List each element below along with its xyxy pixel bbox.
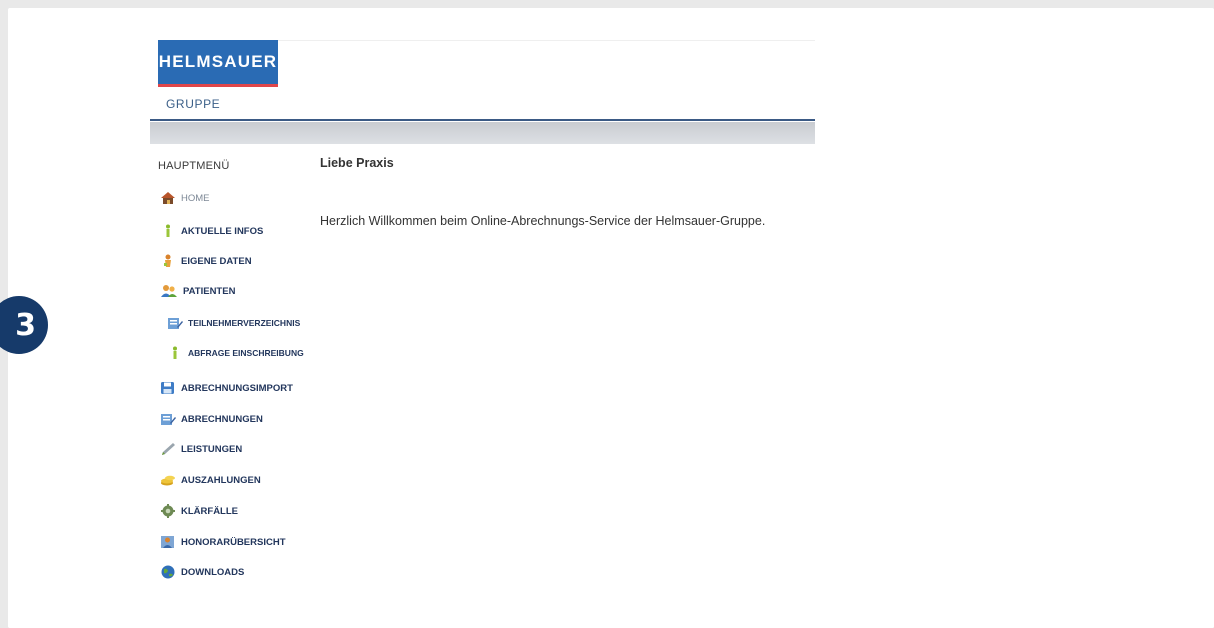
pen-icon (160, 442, 176, 456)
menu-item-label: ABRECHNUNGSIMPORT (181, 382, 293, 394)
menu-item-leistungen[interactable]: LEISTUNGEN (160, 442, 242, 456)
coins-icon (160, 473, 176, 487)
menu-item-abfrage-einschreibung[interactable]: ABFRAGE EINSCHREIBUNG (167, 346, 304, 360)
welcome-text: Herzlich Willkommen beim Online-Abrechnu… (320, 214, 766, 228)
menu-item-label: DOWNLOADS (181, 566, 245, 578)
menu-item-home[interactable]: HOME (160, 191, 210, 205)
patients-icon (160, 284, 178, 298)
brand-logo-subtitle: GRUPPE (166, 97, 221, 111)
floppy-disk-icon (160, 381, 176, 395)
menu-item-klaerfaelle[interactable]: KLÄRFÄLLE (160, 504, 238, 518)
menu-item-label: AUSZAHLUNGEN (181, 474, 261, 486)
menu-item-downloads[interactable]: DOWNLOADS (160, 565, 244, 579)
menu-item-label: LEISTUNGEN (181, 443, 243, 455)
menu-item-label: KLÄRFÄLLE (181, 505, 238, 517)
menu-item-label: ABRECHNUNGEN (181, 413, 263, 425)
portal-window: HELMSAUER GRUPPE HAUPTMENÜ HOME AKTUELLE… (150, 38, 815, 598)
gear-icon (160, 504, 176, 518)
menu-item-abrechnungen[interactable]: ABRECHNUNGEN (160, 412, 263, 426)
menu-item-label: TEILNEHMERVERZEICHNIS (188, 318, 301, 328)
menu-item-label: PATIENTEN (183, 285, 236, 297)
step-badge: 3 (0, 296, 48, 354)
menu-item-label: AKTUELLE INFOS (181, 225, 264, 237)
menu-item-eigene-daten[interactable]: EIGENE DATEN (160, 254, 252, 268)
menu-item-label: ABFRAGE EINSCHREIBUNG (188, 348, 304, 358)
overview-icon (160, 535, 176, 549)
menu-item-honoraruebersicht[interactable]: HONORARÜBERSICHT (160, 535, 286, 549)
screenshot-card: 3 HELMSAUER GRUPPE HAUPTMENÜ HOME AKTUEL… (0, 8, 1214, 628)
menu-item-label: HONORARÜBERSICHT (181, 536, 286, 548)
page-title: Liebe Praxis (320, 156, 394, 170)
info-icon (160, 224, 176, 238)
menu-item-label: HOME (181, 192, 210, 204)
menu-item-aktuelle-infos[interactable]: AKTUELLE INFOS (160, 224, 263, 238)
document-edit-icon (160, 412, 176, 426)
brand-logo[interactable]: HELMSAUER (158, 40, 278, 87)
menu-item-abrechnungsimport[interactable]: ABRECHNUNGSIMPORT (160, 381, 293, 395)
menu-item-patienten[interactable]: PATIENTEN (160, 284, 235, 298)
menu-item-teilnehmerverzeichnis[interactable]: TEILNEHMERVERZEICHNIS (167, 316, 300, 330)
header-top-line (278, 40, 815, 41)
menu-item-auszahlungen[interactable]: AUSZAHLUNGEN (160, 473, 261, 487)
globe-icon (160, 565, 176, 579)
header-divider (150, 119, 815, 121)
info-icon (167, 346, 183, 360)
main-menu-title: HAUPTMENÜ (158, 160, 230, 172)
header-bar (150, 122, 815, 144)
house-icon (160, 191, 176, 205)
person-data-icon (160, 254, 176, 268)
directory-icon (167, 316, 183, 330)
menu-item-label: EIGENE DATEN (181, 255, 252, 267)
